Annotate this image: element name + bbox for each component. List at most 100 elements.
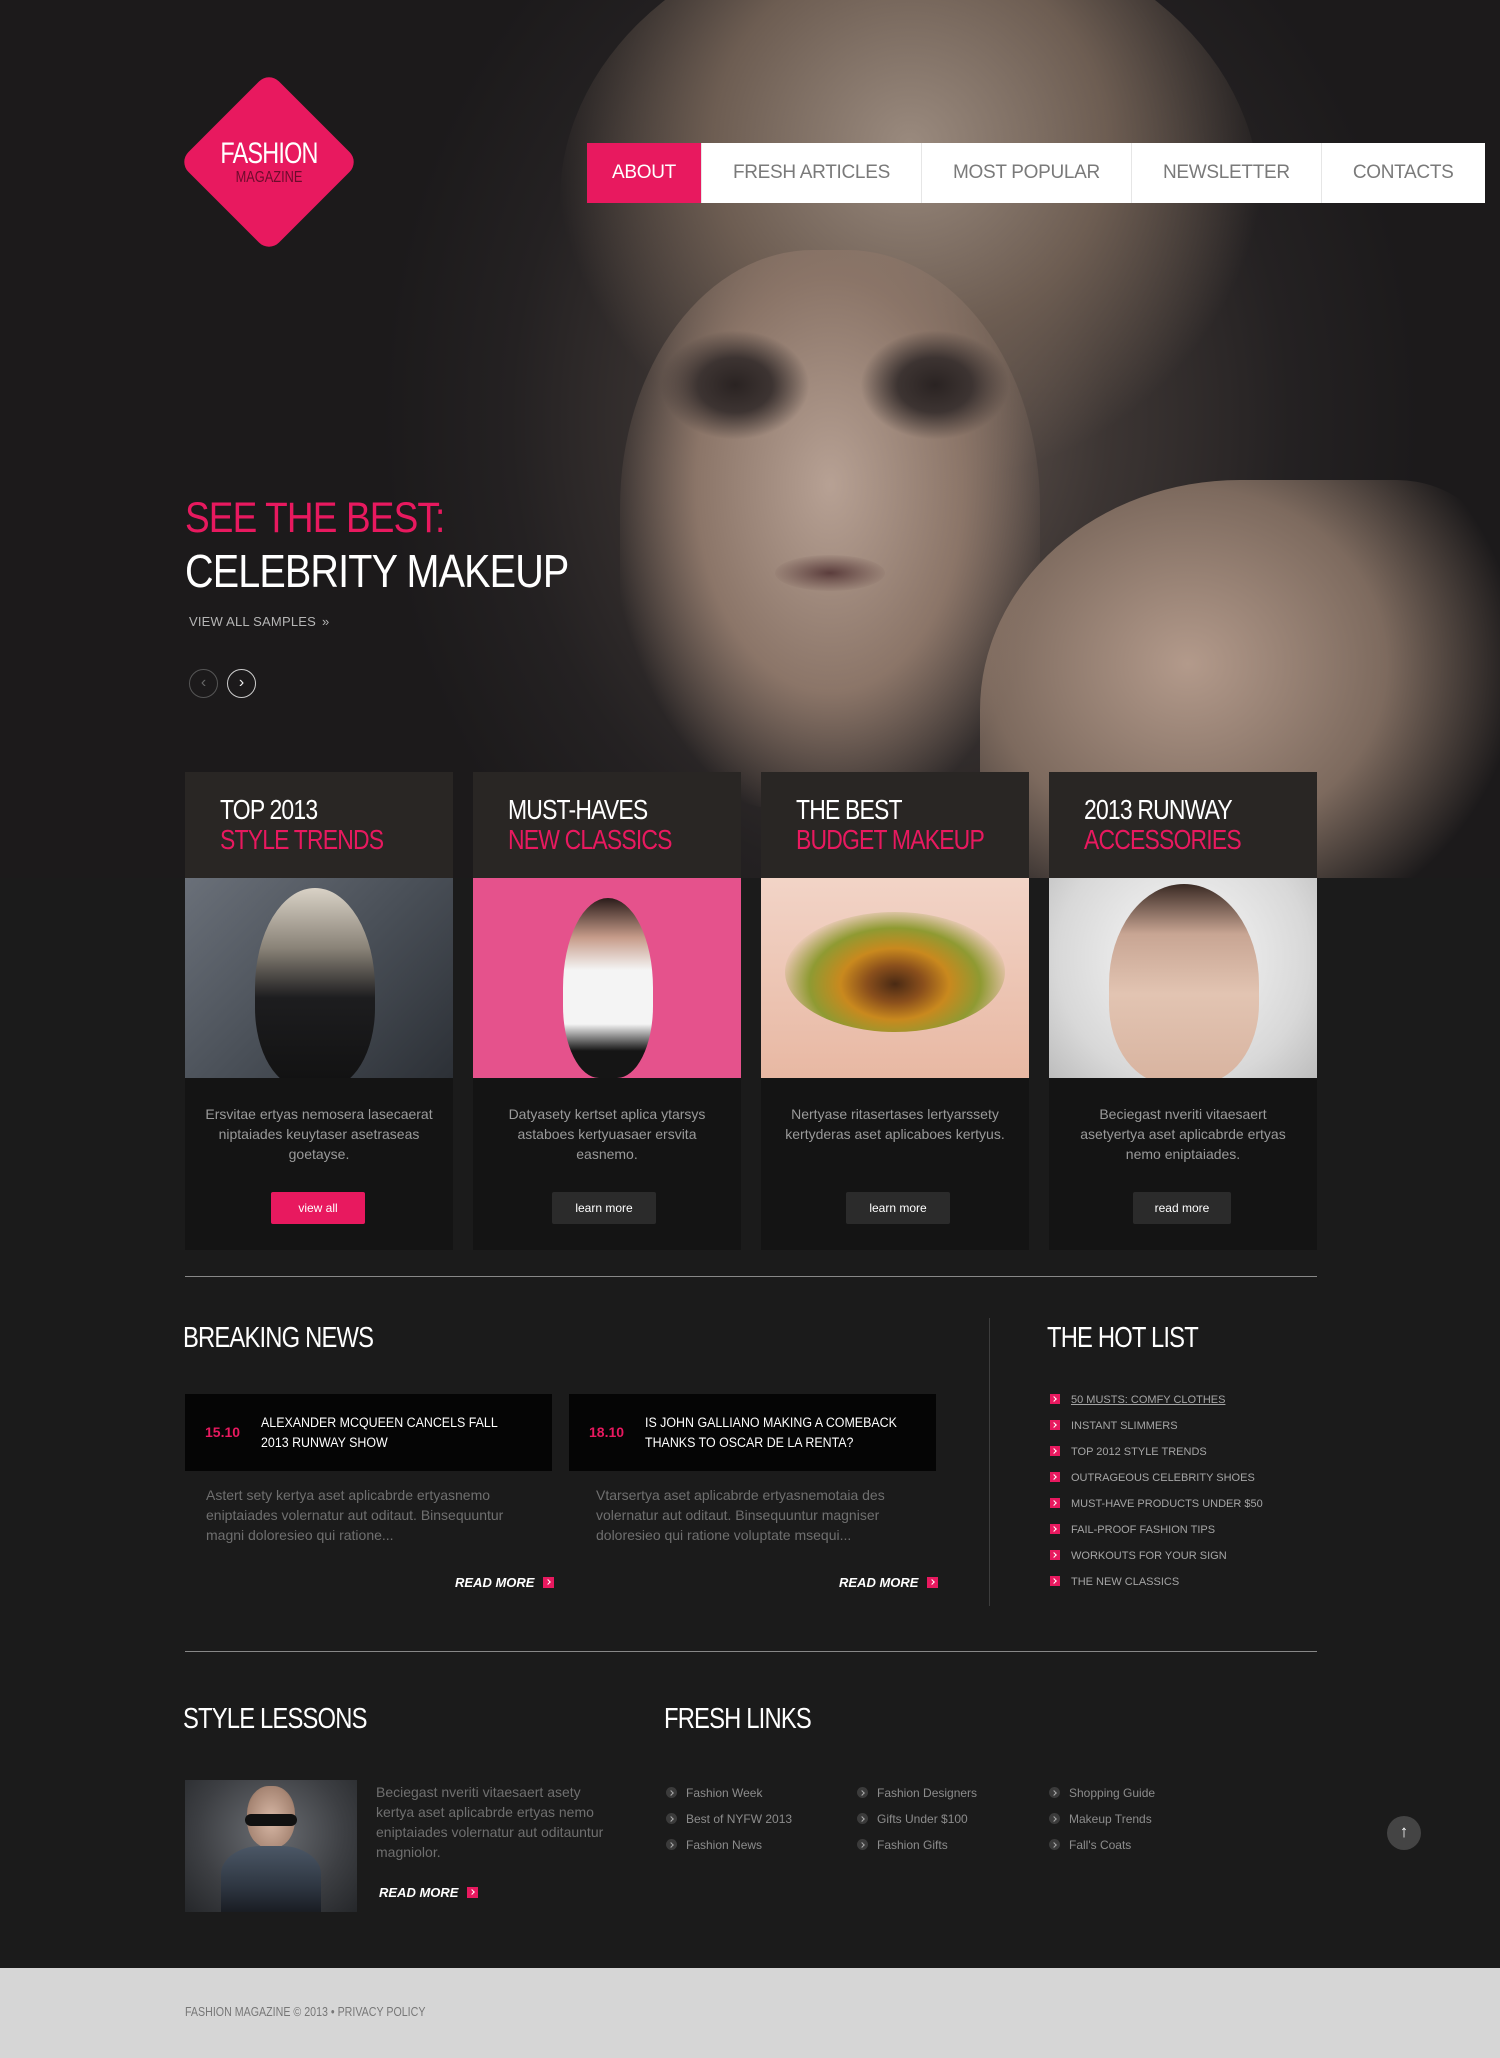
fresh-link[interactable]: Shopping Guide — [1049, 1785, 1155, 1811]
slider-prev-button[interactable]: ‹ — [189, 669, 218, 698]
divider — [185, 1651, 1317, 1652]
news-headline[interactable]: ALEXANDER MCQUEEN CANCELS FALL 2013 RUNW… — [261, 1413, 519, 1453]
card-image[interactable] — [473, 878, 741, 1078]
read-more-label: READ MORE — [379, 1885, 459, 1900]
divider — [185, 1276, 1317, 1277]
news-date: 15.10 — [205, 1424, 241, 1440]
feature-card-runway-accessories: 2013 RUNWAY ACCESSORIES Beciegast nverit… — [1049, 772, 1317, 1250]
card-header: THE BEST BUDGET MAKEUP — [761, 772, 1029, 878]
chevron-circle-icon — [1049, 1839, 1060, 1850]
fresh-link[interactable]: Makeup Trends — [1049, 1811, 1155, 1837]
hot-list-label: OUTRAGEOUS CELEBRITY SHOES — [1071, 1472, 1255, 1484]
hot-list-item[interactable]: INSTANT SLIMMERS — [1050, 1418, 1263, 1444]
nav-about[interactable]: ABOUT — [587, 143, 702, 203]
nav-newsletter[interactable]: NEWSLETTER — [1132, 143, 1322, 203]
chevron-circle-icon — [666, 1787, 677, 1798]
card-image[interactable] — [185, 878, 453, 1078]
card-title-line1: TOP 2013 — [220, 794, 318, 825]
news-item-header[interactable]: 15.10 ALEXANDER MCQUEEN CANCELS FALL 201… — [185, 1394, 552, 1471]
fresh-link[interactable]: Fashion Gifts — [857, 1837, 977, 1863]
fresh-link[interactable]: Fashion Week — [666, 1785, 792, 1811]
logo-text[interactable]: Fashion magazine — [185, 138, 353, 186]
hot-list-item[interactable]: FAIL-PROOF FASHION TIPS — [1050, 1522, 1263, 1548]
nav-most-popular[interactable]: MOST POPULAR — [922, 143, 1132, 203]
card-title-line1: 2013 RUNWAY — [1084, 794, 1233, 825]
arrow-right-icon — [543, 1577, 555, 1588]
card-title-line2[interactable]: ACCESSORIES — [1084, 824, 1242, 856]
hot-list-item[interactable]: THE NEW CLASSICS — [1050, 1574, 1263, 1600]
arrow-right-icon — [1050, 1550, 1060, 1560]
arrow-right-icon — [1050, 1446, 1060, 1456]
card-header: TOP 2013 STYLE TRENDS — [185, 772, 453, 878]
card-description: Nertyase ritasertases lertyarssety kerty… — [785, 1106, 1005, 1142]
feature-card-new-classics: MUST-HAVES NEW CLASSICS Datyasety kertse… — [473, 772, 741, 1250]
fresh-link[interactable]: Fashion Designers — [857, 1785, 977, 1811]
news-read-more-link[interactable]: READ MORE — [455, 1575, 555, 1590]
arrow-right-icon — [1050, 1576, 1060, 1586]
card-title-line2[interactable]: NEW CLASSICS — [508, 824, 672, 856]
read-more-label: READ MORE — [455, 1575, 535, 1590]
hero-photo-eye-left — [660, 330, 810, 440]
fresh-link-label: Fashion Designers — [877, 1786, 978, 1800]
nav-contacts[interactable]: CONTACTS — [1322, 143, 1485, 203]
news-item-header[interactable]: 18.10 IS JOHN GALLIANO MAKING A COMEBACK… — [569, 1394, 936, 1471]
fresh-link-label: Fashion Gifts — [877, 1838, 948, 1852]
hot-list-item[interactable]: MUST-HAVE PRODUCTS UNDER $50 — [1050, 1496, 1263, 1522]
learn-more-button[interactable]: learn more — [552, 1192, 656, 1224]
fresh-links-column: Fashion Designers Gifts Under $100 Fashi… — [857, 1785, 977, 1863]
learn-more-button[interactable]: learn more — [846, 1192, 950, 1224]
chevron-circle-icon — [857, 1839, 868, 1850]
footer: FASHION MAGAZINE © 2013 • PRIVACY POLICY — [0, 1968, 1500, 2058]
style-lesson-text: Beciegast nveriti vitaesaert asety kerty… — [376, 1784, 604, 1860]
fresh-link[interactable]: Fall's Coats — [1049, 1837, 1155, 1863]
arrow-right-icon — [1050, 1394, 1060, 1404]
view-all-samples-label: VIEW ALL SAMPLES — [189, 614, 316, 629]
fresh-link-label: Fashion Week — [686, 1786, 763, 1800]
fresh-link[interactable]: Gifts Under $100 — [857, 1811, 977, 1837]
card-title-line2[interactable]: BUDGET MAKEUP — [796, 824, 985, 856]
fresh-links-column: Fashion Week Best of NYFW 2013 Fashion N… — [666, 1785, 792, 1863]
hero-title-line2: CELEBRITY MAKEUP — [185, 545, 569, 597]
card-image[interactable] — [1049, 878, 1317, 1078]
arrow-right-icon — [1050, 1472, 1060, 1482]
fresh-link[interactable]: Fashion News — [666, 1837, 792, 1863]
hot-list-item[interactable]: TOP 2012 STYLE TRENDS — [1050, 1444, 1263, 1470]
hot-list-label: MUST-HAVE PRODUCTS UNDER $50 — [1071, 1498, 1263, 1510]
slider-next-button[interactable]: › — [227, 669, 256, 698]
main-nav: ABOUT FRESH ARTICLES MOST POPULAR NEWSLE… — [587, 143, 1485, 203]
fresh-link-label: Makeup Trends — [1069, 1812, 1152, 1826]
style-lesson-image[interactable] — [185, 1780, 357, 1912]
logo-line1: Fashion — [220, 137, 318, 170]
hot-list-title: THE HOT LIST — [1047, 1322, 1199, 1354]
hero-photo-face — [620, 250, 1040, 810]
footer-copyright[interactable]: FASHION MAGAZINE © 2013 • PRIVACY POLICY — [185, 2004, 425, 2019]
card-description: Beciegast nveriti vitaesaert asetyertya … — [1080, 1106, 1286, 1162]
chevron-circle-icon — [857, 1787, 868, 1798]
hot-list-label: TOP 2012 STYLE TRENDS — [1071, 1446, 1207, 1458]
fresh-link-label: Gifts Under $100 — [877, 1812, 968, 1826]
fresh-link-label: Fashion News — [686, 1838, 763, 1852]
breaking-news-title: BREAKING NEWS — [183, 1322, 374, 1354]
nav-fresh-articles[interactable]: FRESH ARTICLES — [702, 143, 922, 203]
arrow-right-icon — [1050, 1498, 1060, 1508]
back-to-top-button[interactable]: ↑ — [1387, 1816, 1421, 1850]
hot-list-item[interactable]: WORKOUTS FOR YOUR SIGN — [1050, 1548, 1263, 1574]
read-more-button[interactable]: read more — [1133, 1192, 1231, 1224]
view-all-samples-link[interactable]: VIEW ALL SAMPLES » — [189, 614, 329, 629]
news-headline[interactable]: IS JOHN GALLIANO MAKING A COMEBACK THANK… — [645, 1413, 903, 1453]
view-all-button[interactable]: view all — [271, 1192, 365, 1224]
hot-list-label: INSTANT SLIMMERS — [1071, 1420, 1178, 1432]
hot-list-item[interactable]: 50 MUSTS: COMFY CLOTHES — [1050, 1392, 1263, 1418]
arrow-right-icon — [927, 1577, 939, 1588]
fresh-link[interactable]: Best of NYFW 2013 — [666, 1811, 792, 1837]
card-image[interactable] — [761, 878, 1029, 1078]
hot-list-label: WORKOUTS FOR YOUR SIGN — [1071, 1550, 1227, 1562]
style-lesson-read-more-link[interactable]: READ MORE — [379, 1885, 479, 1900]
news-read-more-link[interactable]: READ MORE — [839, 1575, 939, 1590]
hot-list-item[interactable]: OUTRAGEOUS CELEBRITY SHOES — [1050, 1470, 1263, 1496]
hot-list: 50 MUSTS: COMFY CLOTHES INSTANT SLIMMERS… — [1050, 1392, 1263, 1600]
card-title-line1: THE BEST — [796, 794, 903, 825]
double-chevron-right-icon: » — [322, 614, 330, 629]
card-title-line2[interactable]: STYLE TRENDS — [220, 824, 384, 856]
chevron-circle-icon — [1049, 1787, 1060, 1798]
